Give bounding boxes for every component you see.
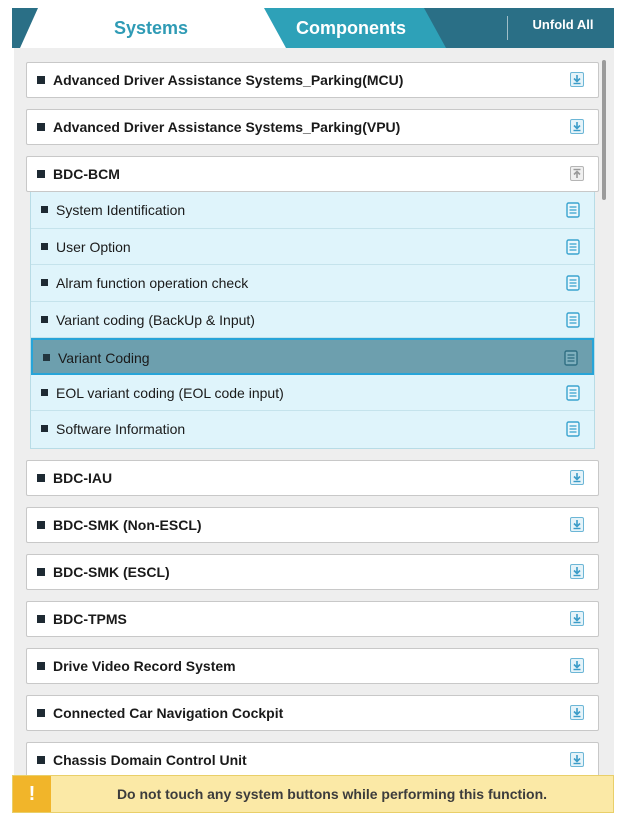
document-icon[interactable] xyxy=(566,275,580,291)
bullet-square-icon xyxy=(41,388,48,396)
bullet-square-icon xyxy=(37,123,45,131)
function-row-eol-variant-coding[interactable]: EOL variant coding (EOL code input) xyxy=(31,374,594,411)
system-label: BDC-SMK (Non-ESCL) xyxy=(53,516,202,533)
system-row-bdc-bcm[interactable]: BDC-BCM xyxy=(26,156,599,192)
system-label: Advanced Driver Assistance Systems_Parki… xyxy=(53,119,401,135)
download-icon[interactable] xyxy=(570,72,584,87)
system-label: BDC-IAU xyxy=(53,469,113,486)
system-row-bdc-iau[interactable]: BDC-IAU xyxy=(26,459,599,496)
system-row-chassis-domain[interactable]: Chassis Domain Control Unit xyxy=(26,741,599,775)
system-row-drive-video-record[interactable]: Drive Video Record System xyxy=(26,647,599,684)
tab-bar: Components Systems Unfold All xyxy=(12,8,614,48)
system-row-adas-parking-vpu[interactable]: Advanced Driver Assistance Systems_Parki… xyxy=(26,109,599,145)
bullet-square-icon xyxy=(41,206,48,213)
document-icon[interactable] xyxy=(564,350,578,366)
function-label: Alram function operation check xyxy=(56,275,249,291)
function-label: EOL variant coding (EOL code input) xyxy=(56,384,284,401)
download-icon[interactable] xyxy=(570,751,584,767)
function-row-variant-coding[interactable]: Variant Coding xyxy=(31,338,594,375)
download-icon[interactable] xyxy=(570,610,584,626)
bullet-square-icon xyxy=(41,425,48,432)
document-icon[interactable] xyxy=(566,238,580,255)
tab-systems[interactable]: Systems xyxy=(20,8,288,48)
document-icon[interactable] xyxy=(566,421,580,437)
warning-banner: ! Do not touch any system buttons while … xyxy=(12,775,614,813)
download-icon[interactable] xyxy=(570,563,584,579)
bullet-square-icon xyxy=(41,315,48,323)
system-list: Advanced Driver Assistance Systems_Parki… xyxy=(26,62,599,775)
bullet-square-icon xyxy=(43,354,50,361)
document-icon[interactable] xyxy=(566,311,580,328)
system-label: BDC-SMK (ESCL) xyxy=(53,563,170,580)
system-label: Advanced Driver Assistance Systems_Parki… xyxy=(53,72,404,88)
bullet-square-icon xyxy=(37,567,45,576)
system-label: BDC-BCM xyxy=(53,166,120,182)
bullet-square-icon xyxy=(37,170,45,178)
system-label: Connected Car Navigation Cockpit xyxy=(53,704,284,721)
function-row-software-information[interactable]: Software Information xyxy=(31,411,594,448)
bullet-square-icon xyxy=(37,473,45,482)
download-icon[interactable] xyxy=(570,657,584,673)
unfold-all-button[interactable]: Unfold All xyxy=(512,8,614,48)
system-label: Chassis Domain Control Unit xyxy=(53,751,247,768)
bullet-square-icon xyxy=(37,661,45,670)
bullet-square-icon xyxy=(37,520,45,529)
collapse-icon[interactable] xyxy=(570,166,584,181)
system-row-bdc-smk-non-escl[interactable]: BDC-SMK (Non-ESCL) xyxy=(26,506,599,543)
document-icon[interactable] xyxy=(566,384,580,401)
function-row-system-identification[interactable]: System Identification xyxy=(31,192,594,229)
bullet-square-icon xyxy=(41,279,48,286)
function-row-variant-coding-backup[interactable]: Variant coding (BackUp & Input) xyxy=(31,301,594,338)
scroll-thumb[interactable] xyxy=(602,60,606,200)
tab-systems-label: Systems xyxy=(113,18,189,38)
bullet-square-icon xyxy=(37,755,45,764)
function-list-bdc-bcm: System Identification User Option Alram … xyxy=(30,192,595,449)
list-scrollbar[interactable] xyxy=(602,60,606,760)
bullet-square-icon xyxy=(37,614,45,623)
warning-message: Do not touch any system buttons while pe… xyxy=(116,786,548,802)
function-label: Variant coding (BackUp & Input) xyxy=(56,311,255,328)
system-row-adas-parking-mcu[interactable]: Advanced Driver Assistance Systems_Parki… xyxy=(26,62,599,98)
function-label: Variant Coding xyxy=(58,350,150,366)
bullet-square-icon xyxy=(37,76,45,84)
bullet-square-icon xyxy=(37,708,45,717)
tab-divider xyxy=(507,16,508,40)
system-list-panel: Advanced Driver Assistance Systems_Parki… xyxy=(14,48,614,775)
download-icon[interactable] xyxy=(570,516,584,532)
download-icon[interactable] xyxy=(570,704,584,720)
system-row-connected-car-nav[interactable]: Connected Car Navigation Cockpit xyxy=(26,694,599,731)
download-icon[interactable] xyxy=(570,119,584,134)
function-label: User Option xyxy=(56,238,131,255)
warning-icon: ! xyxy=(13,776,51,812)
document-icon[interactable] xyxy=(566,202,580,218)
system-label: Drive Video Record System xyxy=(53,657,236,674)
function-row-user-option[interactable]: User Option xyxy=(31,228,594,265)
function-row-alarm-check[interactable]: Alram function operation check xyxy=(31,265,594,302)
bullet-square-icon xyxy=(41,242,48,250)
download-icon[interactable] xyxy=(570,469,584,485)
function-label: Software Information xyxy=(56,421,186,437)
system-row-bdc-tpms[interactable]: BDC-TPMS xyxy=(26,600,599,637)
system-label: BDC-TPMS xyxy=(53,610,127,627)
function-label: System Identification xyxy=(56,202,186,218)
system-row-bdc-smk-escl[interactable]: BDC-SMK (ESCL) xyxy=(26,553,599,590)
